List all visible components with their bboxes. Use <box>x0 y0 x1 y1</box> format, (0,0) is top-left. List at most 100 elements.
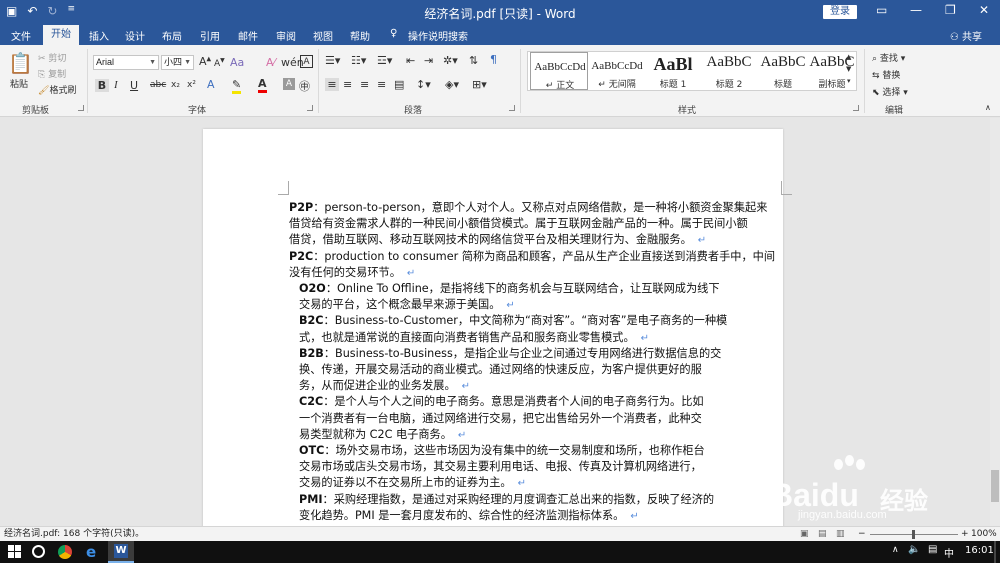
character-shading-icon[interactable]: A <box>283 78 295 90</box>
document-line[interactable]: B2C：Business-to-Customer，中文简称为“商对客”。“商对客… <box>299 313 791 329</box>
style-heading-1[interactable]: AaBl 标题 1 <box>644 52 702 90</box>
web-layout-icon[interactable]: ▥ <box>836 527 845 541</box>
styles-launcher[interactable] <box>853 105 859 111</box>
superscript-button[interactable]: x² <box>187 80 196 90</box>
document-line[interactable]: 借贷，借助互联网、移动互联网技术的网络信贷平台及相关理财行为、金融服务。 ↵ <box>289 232 781 249</box>
copy-button[interactable]: ⎘ 复制 <box>38 67 66 80</box>
highlight-icon[interactable]: ✎ <box>232 78 242 94</box>
document-line[interactable]: 交易的平台，这个概念最早来源于美国。 ↵ <box>299 297 791 314</box>
document-line[interactable]: PMI：采购经理指数，是通过对采购经理的月度调查汇总出来的指数，反映了经济的 <box>299 492 791 508</box>
cortana-icon[interactable] <box>32 545 45 558</box>
decrease-indent-icon[interactable]: ⇤ <box>406 54 415 67</box>
document-line[interactable]: 借贷给有资金需求人群的一种民间小额借贷模式。属于互联网金融产品的一种。属于民间小… <box>289 216 781 232</box>
bold-button[interactable]: B <box>95 79 109 92</box>
share-button[interactable]: ⚇ 共享 <box>950 28 982 43</box>
sort-icon[interactable]: ⇅ <box>469 54 478 67</box>
show-marks-icon[interactable]: ¶ <box>490 53 497 66</box>
tab-home[interactable]: 开始 <box>43 25 79 45</box>
chrome-icon[interactable] <box>58 545 72 559</box>
text-effects-icon[interactable]: A <box>207 78 215 91</box>
document-line[interactable]: 一个消费者有一台电脑，通过网络进行交易，把它出售给另外一个消费者，此种交 <box>299 411 791 427</box>
tab-review[interactable]: 审阅 <box>276 28 296 43</box>
align-left-icon[interactable]: ≡ <box>325 78 339 91</box>
font-size-combo[interactable]: 小四 ▼ <box>161 55 194 70</box>
document-line[interactable]: 变化趋势。PMI 是一套月度发布的、综合性的经济监测指标体系。 ↵ <box>299 508 791 525</box>
align-right-icon[interactable]: ≡ <box>360 78 369 91</box>
clock[interactable]: 16:01 <box>965 545 994 556</box>
find-button[interactable]: ⌕ 查找 ▾ <box>872 51 905 64</box>
volume-icon[interactable]: 🔈 <box>908 544 920 555</box>
distributed-icon[interactable]: ▤ <box>394 78 404 91</box>
grow-font-button[interactable]: A▲ <box>199 55 211 68</box>
document-line[interactable]: OTC：场外交易市场，这些市场因为没有集中的统一交易制度和场所，也称作柜台 <box>299 443 791 459</box>
font-color-icon[interactable]: A <box>258 77 267 93</box>
font-name-combo[interactable]: Arial ▼ <box>93 55 159 70</box>
document-line[interactable]: P2P：person-to-person，意即个人对个人。又称点对点网络借款，是… <box>289 200 781 216</box>
tab-file[interactable]: 文件 <box>11 28 31 43</box>
tab-references[interactable]: 引用 <box>200 28 220 43</box>
close-icon[interactable]: ✕ <box>979 3 989 17</box>
shading-icon[interactable]: ◈▾ <box>445 78 459 91</box>
italic-button[interactable]: I <box>114 79 118 91</box>
document-line[interactable]: P2C：production to consumer 简称为商品和顾客，产品从生… <box>289 249 781 265</box>
justify-icon[interactable]: ≡ <box>377 78 386 91</box>
underline-button[interactable]: U <box>130 79 138 92</box>
tray-chevron-icon[interactable]: ∧ <box>892 545 899 555</box>
borders-icon[interactable]: ⊞▾ <box>472 78 487 91</box>
tab-layout[interactable]: 布局 <box>162 28 182 43</box>
enclose-characters-icon[interactable]: ㊥ <box>299 78 310 94</box>
document-line[interactable]: O2O：Online To Offline，是指将线下的商务机会与互联网结合，让… <box>299 281 791 297</box>
tell-me-search[interactable]: 操作说明搜索 <box>408 28 468 43</box>
zoom-in-button[interactable]: + <box>961 527 969 541</box>
gallery-scroll-icon[interactable]: ▲ ▼ ▾ <box>846 51 851 87</box>
style-normal[interactable]: AaBbCcDd ↵ 正文 <box>530 52 588 91</box>
line-spacing-icon[interactable]: ↕▾ <box>416 78 431 91</box>
bullets-icon[interactable]: ☰▾ <box>325 54 340 67</box>
login-button[interactable]: 登录 <box>823 5 857 19</box>
zoom-level[interactable]: 100% <box>971 527 997 541</box>
replace-button[interactable]: ⇆ 替换 <box>872 68 900 81</box>
increase-indent-icon[interactable]: ⇥ <box>424 54 433 67</box>
ribbon-display-options-icon[interactable]: ▭ <box>876 3 887 17</box>
document-line[interactable]: 交易的证券以不在交易所上市的证券为主。 ↵ <box>299 475 791 492</box>
document-line[interactable]: 换、传递，开展交易活动的商业模式。通过网络的快速反应，为客户提供更好的服 <box>299 362 791 378</box>
zoom-slider-thumb[interactable] <box>912 530 915 539</box>
select-button[interactable]: ⬉ 选择 ▾ <box>872 85 908 98</box>
clipboard-launcher[interactable] <box>78 105 84 111</box>
document-line[interactable]: B2B：Business-to-Business，是指企业与企业之间通过专用网络… <box>299 346 791 362</box>
tab-insert[interactable]: 插入 <box>89 28 109 43</box>
tab-mailings[interactable]: 邮件 <box>238 28 258 43</box>
tab-help[interactable]: 帮助 <box>350 28 370 43</box>
windows-start-icon[interactable] <box>8 545 22 559</box>
style-no-spacing[interactable]: AaBbCcDd ↵ 无间隔 <box>588 52 646 90</box>
zoom-out-button[interactable]: − <box>858 527 866 541</box>
align-center-icon[interactable]: ≡ <box>343 78 352 91</box>
minimize-icon[interactable]: — <box>910 3 922 17</box>
subscript-button[interactable]: x₂ <box>171 80 180 90</box>
change-case-icon[interactable]: Aa <box>230 56 244 69</box>
input-language[interactable]: 中 <box>944 545 954 560</box>
taskbar-word-button[interactable]: W <box>108 541 134 563</box>
format-painter-button[interactable]: 🖌格式刷 <box>38 83 76 96</box>
document-line[interactable]: 交易市场或店头交易市场，其交易主要利用电话、电报、传真及计算机网络进行， <box>299 459 791 475</box>
document-line[interactable]: 务，从而促进企业的业务发展。 ↵ <box>299 378 791 395</box>
action-center-icon[interactable]: ▤ <box>928 544 937 555</box>
document-line[interactable]: 式，也就是通常说的直接面向消费者销售产品和服务商业零售模式。 ↵ <box>299 330 791 347</box>
multilevel-list-icon[interactable]: ☲▾ <box>377 54 392 67</box>
chinese-layout-icon[interactable]: ✲▾ <box>443 54 458 67</box>
paragraph-launcher[interactable] <box>509 105 515 111</box>
shrink-font-button[interactable]: A▼ <box>214 57 225 69</box>
style-title[interactable]: AaBbC 标题 <box>754 52 812 90</box>
tab-view[interactable]: 视图 <box>313 28 333 43</box>
edge-icon[interactable]: e <box>86 543 96 561</box>
strikethrough-button[interactable]: abc <box>150 80 166 90</box>
clear-formatting-icon[interactable]: A⁄ <box>266 56 275 69</box>
collapse-ribbon-icon[interactable]: ∧ <box>985 103 991 112</box>
tab-design[interactable]: 设计 <box>125 28 145 43</box>
cut-button[interactable]: ✂ 剪切 <box>38 51 66 64</box>
show-desktop-button[interactable] <box>994 541 996 563</box>
restore-icon[interactable]: ❐ <box>945 3 956 17</box>
print-layout-icon[interactable]: ▤ <box>818 527 827 541</box>
document-line[interactable]: 没有任何的交易环节。 ↵ <box>289 265 781 282</box>
style-heading-2[interactable]: AaBbC 标题 2 <box>700 52 758 90</box>
